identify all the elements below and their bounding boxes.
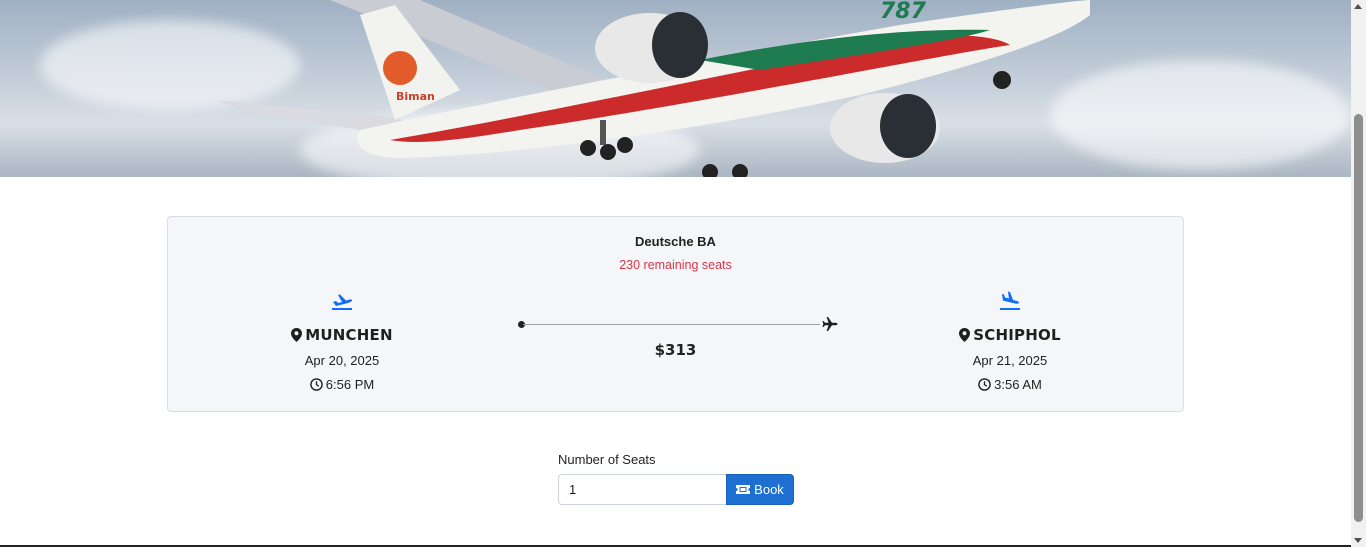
tail-number-text: 787 <box>880 0 927 24</box>
plane-departure-icon <box>332 294 353 310</box>
clock-icon <box>978 378 991 391</box>
flight-card: Deutsche BA 230 remaining seats MUNCHEN … <box>167 216 1184 412</box>
arrival-city: SCHIPHOL <box>973 326 1061 344</box>
scroll-down-arrow-icon[interactable] <box>1354 538 1362 543</box>
arrival-info: SCHIPHOL Apr 21, 2025 3:56 AM <box>910 291 1110 392</box>
airplane-icon <box>822 317 838 331</box>
map-pin-icon <box>959 328 971 342</box>
livery-text: Biman <box>396 90 435 103</box>
book-button[interactable]: Book <box>726 474 794 505</box>
clock-icon <box>309 378 323 391</box>
ticket-icon <box>736 485 751 494</box>
arrival-time: 3:56 AM <box>994 377 1042 392</box>
remaining-seats: 230 remaining seats <box>619 258 732 272</box>
scroll-up-arrow-icon[interactable] <box>1354 4 1362 9</box>
departure-time-row: 6:56 PM <box>242 377 442 392</box>
booking-form: Number of Seats Book <box>558 452 794 505</box>
plane-arrival-icon <box>1000 291 1020 310</box>
book-button-label: Book <box>754 482 784 497</box>
departure-time: 6:56 PM <box>325 377 375 392</box>
seats-input[interactable] <box>558 474 726 505</box>
vertical-scrollbar[interactable] <box>1351 0 1366 547</box>
arrival-date: Apr 21, 2025 <box>972 353 1048 368</box>
hero-banner: Biman 787 <box>0 0 1351 177</box>
flight-route-line <box>518 314 838 334</box>
airplane-photo: Biman 787 <box>215 0 1091 177</box>
route-line <box>523 324 820 325</box>
booking-input-group: Book <box>558 474 794 505</box>
scrollbar-thumb[interactable] <box>1354 114 1363 522</box>
arrival-city-row: SCHIPHOL <box>910 326 1110 344</box>
arrival-time-row: 3:56 AM <box>910 377 1110 392</box>
airline-name: Deutsche BA <box>635 234 716 249</box>
seats-label: Number of Seats <box>558 452 656 467</box>
map-pin-icon <box>291 328 303 342</box>
